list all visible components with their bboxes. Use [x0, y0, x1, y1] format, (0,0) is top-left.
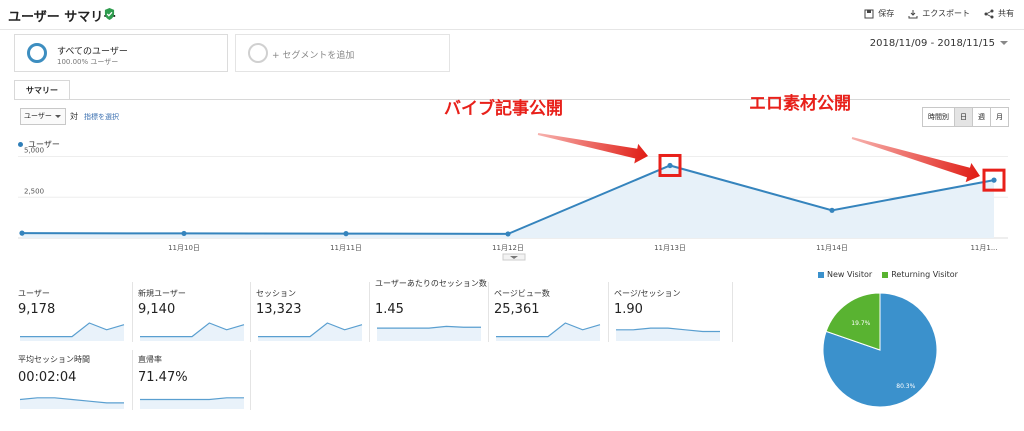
- sparkline: [616, 327, 720, 341]
- metric-card[interactable]: 新規ユーザー 9,140: [138, 284, 254, 350]
- metric-value: 25,361: [494, 302, 540, 317]
- card-divider: [488, 282, 489, 342]
- data-point[interactable]: [343, 231, 349, 237]
- metric-label: ページビュー数: [494, 289, 550, 298]
- page-title: ユーザー サマリー: [8, 10, 117, 25]
- save-icon: [864, 9, 874, 18]
- data-point[interactable]: [505, 231, 511, 237]
- metric-card[interactable]: ページ/セッション 1.90: [614, 284, 730, 350]
- card-divider: [250, 350, 251, 410]
- metric-label: セッション: [256, 289, 296, 298]
- metric-label: 新規ユーザー: [138, 289, 186, 298]
- add-segment-label: + セグメントを追加: [272, 51, 355, 61]
- verified-shield-icon: [104, 8, 115, 20]
- users-line-chart: 5,000 2,500 11月10日 11月11日 11月12日 11月13日 11月14日…: [18, 133, 1008, 261]
- download-icon: [908, 9, 918, 18]
- granularity-day-button[interactable]: 日: [954, 107, 973, 127]
- metric-card[interactable]: ページビュー数 25,361: [494, 284, 610, 350]
- x-tick-label: 11月13日: [654, 244, 686, 252]
- tab-summary[interactable]: サマリー: [14, 80, 70, 100]
- annotation-first: バイブ記事公開: [444, 99, 563, 119]
- segment-subtitle: 100.00% ユーザー: [57, 58, 119, 66]
- card-divider: [132, 282, 133, 342]
- share-label: 共有: [998, 9, 1014, 18]
- metric-label: ユーザー: [18, 289, 50, 298]
- x-tick-label: 11月1...: [970, 244, 997, 252]
- add-segment-button[interactable]: + セグメントを追加: [235, 34, 450, 72]
- visitor-type-pie-chart: 80.3% 19.7%: [822, 292, 938, 408]
- share-button[interactable]: 共有: [984, 8, 1014, 19]
- card-divider: [608, 282, 609, 342]
- date-range-picker[interactable]: 2018/11/09 - 2018/11/15: [870, 38, 1008, 49]
- empty-segment-ring-icon: [248, 43, 268, 63]
- sparkline: [496, 322, 601, 341]
- pie-slice-label: 19.7%: [851, 320, 870, 327]
- share-icon: [984, 9, 994, 18]
- metric-label: 直帰率: [138, 355, 162, 364]
- report-header: ユーザー サマリー 保存 エクスポート 共有: [0, 0, 1024, 30]
- card-divider: [369, 282, 370, 342]
- x-tick-label: 11月14日: [816, 244, 848, 252]
- sparkline: [140, 397, 244, 409]
- date-range-label: 2018/11/09 - 2018/11/15: [869, 38, 995, 49]
- metric-value: 1.45: [375, 302, 404, 317]
- save-label: 保存: [878, 9, 895, 18]
- y-tick-label: 5,000: [24, 147, 44, 155]
- data-point[interactable]: [19, 230, 25, 236]
- metric-card[interactable]: 直帰率 71.47%: [138, 352, 254, 418]
- metric-dropdown-value: ユーザー: [24, 112, 52, 120]
- segment-ring-icon: [27, 43, 47, 63]
- granularity-hourly-button[interactable]: 時間別: [922, 107, 955, 127]
- export-button[interactable]: エクスポート: [908, 8, 970, 19]
- segment-title: すべてのユーザー: [57, 47, 128, 57]
- sparkline: [140, 322, 245, 341]
- y-tick-label: 2,500: [24, 187, 44, 195]
- x-tick-label: 11月12日: [492, 244, 524, 252]
- granularity-toggle: 時間別 日 週 月: [922, 107, 1009, 127]
- metric-label: 平均セッション時間: [18, 355, 90, 364]
- select-metric-link[interactable]: 指標を選択: [84, 112, 119, 122]
- x-tick-label: 11月11日: [330, 244, 362, 252]
- sparkline: [377, 325, 481, 341]
- metric-dropdown[interactable]: ユーザー: [20, 108, 66, 125]
- segment-all-users[interactable]: すべてのユーザー 100.00% ユーザー: [14, 34, 228, 72]
- metric-card[interactable]: ユーザー 9,178: [18, 284, 134, 350]
- metric-value: 13,323: [256, 302, 302, 317]
- chevron-down-icon: [1000, 41, 1008, 45]
- card-divider: [250, 282, 251, 342]
- card-divider: [132, 350, 133, 410]
- versus-label: 対: [70, 112, 78, 121]
- caret-down-icon: [55, 115, 61, 118]
- metric-card[interactable]: ユーザーあたりのセッション数 1.45: [375, 279, 491, 350]
- metric-label: ユーザーあたりのセッション数: [375, 279, 487, 288]
- export-label: エクスポート: [922, 9, 970, 18]
- save-button[interactable]: 保存: [864, 8, 894, 19]
- metric-value: 71.47%: [138, 370, 188, 385]
- annotation-second: エロ素材公開: [749, 94, 851, 114]
- metric-value: 1.90: [614, 302, 643, 317]
- sparkline: [20, 322, 125, 341]
- metric-value: 9,140: [138, 302, 176, 317]
- data-point[interactable]: [991, 177, 997, 183]
- metric-value: 9,178: [18, 302, 56, 317]
- sparkline: [19, 397, 124, 409]
- metric-label: ページ/セッション: [614, 289, 681, 298]
- metric-value: 00:02:04: [18, 370, 77, 385]
- data-point[interactable]: [181, 230, 187, 237]
- pie-slice-label: 80.3%: [896, 383, 915, 390]
- metric-card[interactable]: 平均セッション時間 00:02:04: [18, 352, 134, 418]
- data-point[interactable]: [667, 162, 673, 169]
- sparkline: [258, 322, 363, 341]
- area-fill: [22, 165, 994, 238]
- card-divider: [732, 282, 733, 342]
- granularity-month-button[interactable]: 月: [990, 107, 1009, 127]
- granularity-week-button[interactable]: 週: [972, 107, 991, 127]
- annotation-arrow: [537, 133, 648, 164]
- metric-card[interactable]: セッション 13,323: [256, 284, 372, 350]
- legend-dot-icon: [18, 142, 23, 147]
- data-point[interactable]: [829, 207, 835, 213]
- x-tick-label: 11月10日: [168, 244, 200, 252]
